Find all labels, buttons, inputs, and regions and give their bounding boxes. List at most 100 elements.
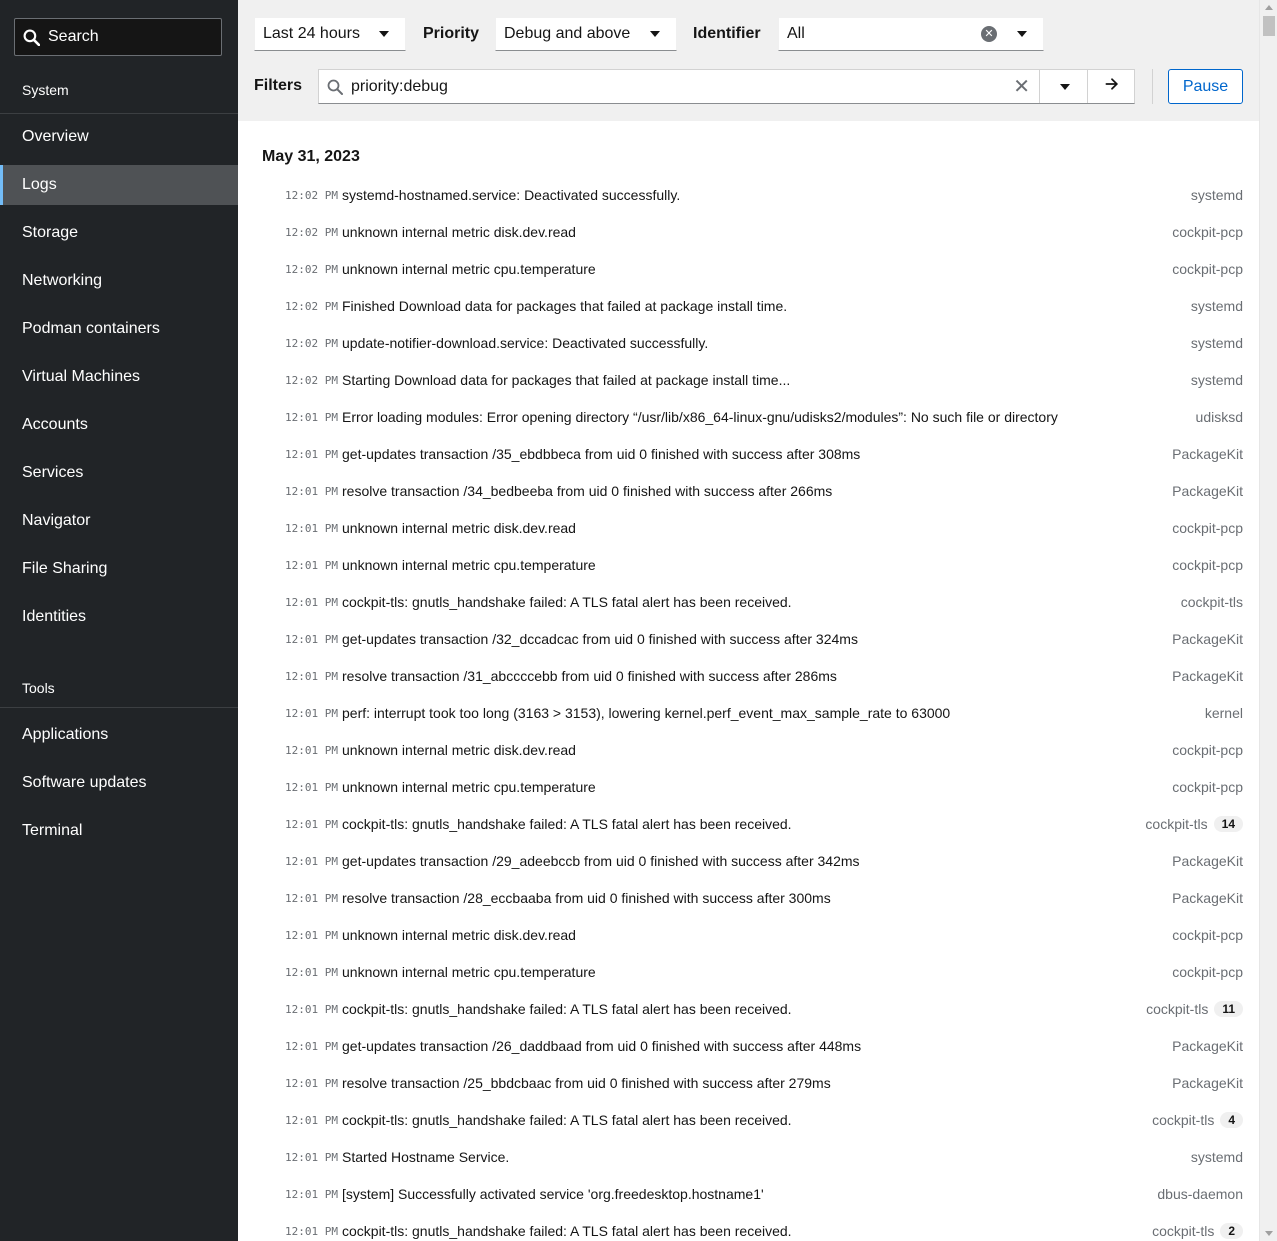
log-message: unknown internal metric cpu.temperature	[342, 779, 596, 795]
log-entry[interactable]: 12:01 PM get-updates transaction /26_dadd…	[238, 1027, 1259, 1064]
log-identifier-text: cockpit-pcp	[1172, 927, 1243, 943]
log-time: 12:01 PM	[285, 411, 338, 424]
sidebar-item-applications[interactable]: Applications	[0, 715, 238, 755]
sidebar-item-software-updates[interactable]: Software updates	[0, 763, 238, 803]
sidebar-item-virtual-machines[interactable]: Virtual Machines	[0, 357, 238, 397]
log-entry[interactable]: 12:01 PM unknown internal metric disk.dev…	[238, 916, 1259, 953]
log-message: [system] Successfully activated service …	[342, 1186, 764, 1202]
log-message: get-updates transaction /32_dccadcac fro…	[342, 631, 858, 647]
log-entry[interactable]: 12:01 PM unknown internal metric cpu.temp…	[238, 546, 1259, 583]
log-entry[interactable]: 12:01 PM resolve transaction /25_bbdcbaac…	[238, 1064, 1259, 1101]
log-entry[interactable]: 12:02 PM Starting Download data for packa…	[238, 361, 1259, 398]
log-time: 12:01 PM	[285, 781, 338, 794]
sidebar-item-podman-containers[interactable]: Podman containers	[0, 309, 238, 349]
log-time: 12:01 PM	[285, 1040, 338, 1053]
log-message: unknown internal metric disk.dev.read	[342, 224, 576, 240]
log-entry[interactable]: 12:01 PM resolve transaction /28_eccbaaba…	[238, 879, 1259, 916]
log-identifier: systemd	[1191, 372, 1243, 388]
log-identifier: cockpit-tls 4	[1152, 1112, 1243, 1128]
log-time: 12:01 PM	[285, 1225, 338, 1238]
log-identifier: cockpit-pcp	[1172, 964, 1243, 980]
repeat-count-badge: 14	[1213, 816, 1243, 832]
log-message: update-notifier-download.service: Deacti…	[342, 335, 709, 351]
log-identifier-text: cockpit-pcp	[1172, 742, 1243, 758]
log-time: 12:01 PM	[285, 1151, 338, 1164]
chevron-down-icon	[1017, 31, 1027, 37]
log-entry[interactable]: 12:01 PM cockpit-tls: gnutls_handshake fa…	[238, 805, 1259, 842]
arrow-right-icon[interactable]	[1104, 76, 1120, 92]
sidebar-item-accounts[interactable]: Accounts	[0, 405, 238, 445]
log-entry[interactable]: 12:01 PM get-updates transaction /35_ebdb…	[238, 435, 1259, 472]
log-entry[interactable]: 12:01 PM cockpit-tls: gnutls_handshake fa…	[238, 1101, 1259, 1138]
log-panel: May 31, 2023 12:02 PM systemd-hostnamed.s…	[238, 121, 1259, 1241]
log-entry[interactable]: 12:02 PM systemd-hostnamed.service: Deact…	[238, 176, 1259, 213]
divider	[1039, 70, 1040, 103]
clear-filter-icon[interactable]: ✕	[1013, 77, 1030, 97]
log-entry[interactable]: 12:01 PM cockpit-tls: gnutls_handshake fa…	[238, 990, 1259, 1027]
log-message: cockpit-tls: gnutls_handshake failed: A …	[342, 1112, 792, 1128]
sidebar-search[interactable]: Search	[14, 18, 222, 56]
log-entry[interactable]: 12:01 PM unknown internal metric disk.dev…	[238, 509, 1259, 546]
filter-options-chevron-icon[interactable]	[1060, 84, 1070, 90]
sidebar-item-label: Virtual Machines	[22, 368, 140, 385]
log-entry[interactable]: 12:01 PM [system] Successfully activated …	[238, 1175, 1259, 1212]
sidebar-item-storage[interactable]: Storage	[0, 213, 238, 253]
log-entry[interactable]: 12:01 PM resolve transaction /31_abcccceb…	[238, 657, 1259, 694]
log-entry[interactable]: 12:01 PM unknown internal metric cpu.temp…	[238, 953, 1259, 990]
scrollbar[interactable]	[1259, 0, 1277, 1241]
log-date-heading: May 31, 2023	[262, 148, 360, 165]
log-identifier-text: dbus-daemon	[1157, 1186, 1243, 1202]
log-entry[interactable]: 12:01 PM get-updates transaction /29_adee…	[238, 842, 1259, 879]
sidebar-item-overview[interactable]: Overview	[0, 117, 238, 157]
log-entry[interactable]: 12:01 PM get-updates transaction /32_dcca…	[238, 620, 1259, 657]
sidebar-item-networking[interactable]: Networking	[0, 261, 238, 301]
priority-select[interactable]: Debug and above	[495, 17, 677, 51]
pause-button[interactable]: Pause	[1168, 69, 1243, 104]
log-time: 12:01 PM	[285, 670, 338, 683]
log-message: cockpit-tls: gnutls_handshake failed: A …	[342, 1001, 792, 1017]
log-entry[interactable]: 12:01 PM Error loading modules: Error ope…	[238, 398, 1259, 435]
log-time: 12:02 PM	[285, 263, 338, 276]
scroll-thumb[interactable]	[1263, 16, 1275, 36]
log-entry[interactable]: 12:01 PM resolve transaction /34_bedbeeba…	[238, 472, 1259, 509]
log-identifier: PackageKit	[1172, 483, 1243, 499]
identifier-select[interactable]: All ✕	[778, 17, 1044, 51]
time-range-select[interactable]: Last 24 hours	[254, 17, 406, 51]
scroll-down-arrow-icon[interactable]	[1265, 1231, 1273, 1236]
log-identifier-text: systemd	[1190, 187, 1243, 203]
scroll-up-arrow-icon[interactable]	[1265, 5, 1273, 10]
sidebar-item-file-sharing[interactable]: File Sharing	[0, 549, 238, 589]
log-entry[interactable]: 12:01 PM unknown internal metric cpu.temp…	[238, 768, 1259, 805]
log-identifier: PackageKit	[1172, 631, 1243, 647]
filter-input[interactable]: priority:debug ✕	[318, 69, 1135, 104]
log-identifier: cockpit-tls 11	[1146, 1001, 1243, 1017]
log-message: Error loading modules: Error opening dir…	[342, 409, 1058, 425]
log-entry[interactable]: 12:01 PM cockpit-tls: gnutls_handshake fa…	[238, 583, 1259, 620]
log-time: 12:01 PM	[285, 596, 338, 609]
log-message: resolve transaction /28_eccbaaba from ui…	[342, 890, 831, 906]
log-entry[interactable]: 12:01 PM unknown internal metric disk.dev…	[238, 731, 1259, 768]
log-entry[interactable]: 12:02 PM update-notifier-download.service…	[238, 324, 1259, 361]
log-message: resolve transaction /25_bbdcbaac from ui…	[342, 1075, 831, 1091]
log-entry[interactable]: 12:02 PM Finished Download data for packa…	[238, 287, 1259, 324]
sidebar-search-label: Search	[48, 28, 99, 45]
log-identifier: PackageKit	[1172, 853, 1243, 869]
log-identifier-text: kernel	[1204, 705, 1243, 721]
log-entry[interactable]: 12:01 PM cockpit-tls: gnutls_handshake fa…	[238, 1212, 1259, 1241]
log-identifier: kernel	[1205, 705, 1243, 721]
sidebar-item-navigator[interactable]: Navigator	[0, 501, 238, 541]
clear-icon[interactable]: ✕	[981, 26, 997, 42]
sidebar-item-identities[interactable]: Identities	[0, 597, 238, 637]
log-message: unknown internal metric cpu.temperature	[342, 964, 596, 980]
sidebar-item-logs[interactable]: Logs	[0, 165, 238, 205]
log-time: 12:01 PM	[285, 744, 338, 757]
log-entry[interactable]: 12:02 PM unknown internal metric disk.dev…	[238, 213, 1259, 250]
log-entry[interactable]: 12:01 PM perf: interrupt took too long (3…	[238, 694, 1259, 731]
sidebar-item-services[interactable]: Services	[0, 453, 238, 493]
sidebar-item-terminal[interactable]: Terminal	[0, 811, 238, 851]
log-time: 12:02 PM	[285, 226, 338, 239]
log-identifier: systemd	[1191, 1149, 1243, 1165]
log-entry[interactable]: 12:02 PM unknown internal metric cpu.temp…	[238, 250, 1259, 287]
log-identifier-text: cockpit-pcp	[1172, 557, 1243, 573]
log-entry[interactable]: 12:01 PM Started Hostname Service. systemd	[238, 1138, 1259, 1175]
